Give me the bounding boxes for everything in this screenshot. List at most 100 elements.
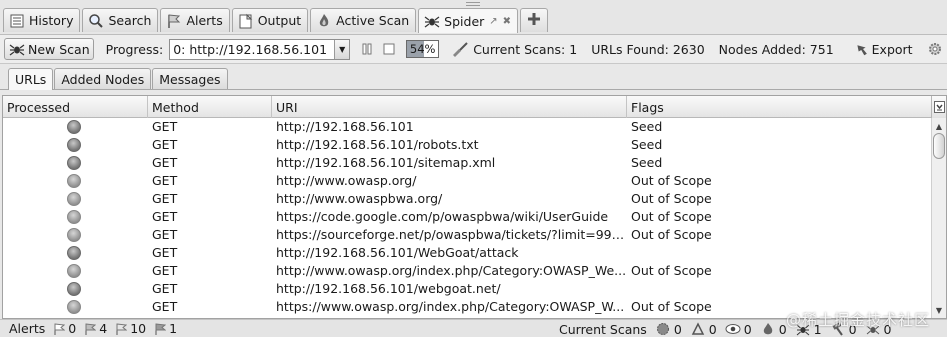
cell-method: GET [152,191,178,206]
cell-method: GET [152,155,178,170]
cell-flags: Seed [631,155,663,170]
table-row[interactable]: GET http://192.168.56.101/robots.txt See… [3,136,933,154]
column-method[interactable]: Method [148,96,272,118]
table-header: Processed Method URI Flags [3,96,933,118]
cell-uri: https://www.owasp.org/index.php/Category… [276,299,625,314]
add-tab-button[interactable] [520,8,549,32]
tab-spider[interactable]: Spider ↗ ✖ [418,8,519,33]
tab-search[interactable]: Search [82,8,159,32]
table-row[interactable]: GET http://www.owasp.org/ Out of Scope [3,172,933,190]
progress-scan-value: 0: http://192.168.56.101 [173,41,328,57]
table-row[interactable]: GET https://code.google.com/p/owaspbwa/w… [3,208,933,226]
spider-toolbar: New Scan Progress: 0: http://192.168.56.… [0,34,947,64]
alert-count-info[interactable]: 1 [153,321,177,336]
cell-uri: http://192.168.56.101/robots.txt [276,137,479,152]
subtab-messages[interactable]: Messages [152,68,228,89]
progress-percent: 54% [409,42,436,56]
processed-status-icon [67,264,81,278]
cell-method: GET [152,281,178,296]
panel-grip[interactable] [466,2,480,6]
spider-icon [424,13,440,29]
tab-label: History [29,13,74,28]
scan-count-watch[interactable]: 0 [725,322,752,337]
close-icon[interactable]: ✖ [503,16,511,27]
blue-flag-icon [153,322,167,336]
new-scan-label: New Scan [28,41,90,57]
processed-status-icon [67,246,81,260]
cell-flags: Out of Scope [631,191,712,206]
cell-uri: http://192.168.56.101/webgoat.net/ [276,281,501,296]
tab-history[interactable]: History [3,8,81,32]
column-picker-icon[interactable] [931,96,946,118]
red-flag-icon [52,322,66,336]
alert-count-medium[interactable]: 4 [83,321,107,336]
cell-uri: http://www.owaspbwa.org/ [276,191,443,206]
table-row[interactable]: GET http://192.168.56.101/sitemap.xml Se… [3,154,933,172]
tab-label: Spider [444,13,485,29]
tab-label: Search [108,13,152,28]
progress-label: Progress: [105,41,164,57]
table-row[interactable]: GET http://www.owaspbwa.org/ Out of Scop… [3,190,933,208]
orange-flag-icon [83,322,97,336]
cell-flags: Out of Scope [631,209,712,224]
gear-icon[interactable] [926,40,944,58]
scan-count-break[interactable]: 0 [690,322,717,337]
tab-output[interactable]: Output [231,8,309,32]
nodes-added-stat: Nodes Added: 751 [718,41,834,57]
processed-status-icon [67,192,81,206]
table-row[interactable]: GET http://www.owasp.org/index.php/Categ… [3,262,933,280]
tab-label: Output [257,13,302,28]
scan-progress-bar: 54% [406,40,440,58]
pause-icon[interactable] [358,40,376,58]
scan-count-active-scan[interactable]: 0 [655,322,682,337]
table-row[interactable]: GET https://sourceforge.net/p/owaspbwa/t… [3,226,933,244]
tab-active-scan[interactable]: Active Scan [310,8,417,32]
urls-found-stat: URLs Found: 2630 [591,41,705,57]
chevron-down-icon[interactable]: ▼ [334,39,350,59]
processed-status-icon [67,156,81,170]
processed-status-icon [67,120,81,134]
subtab-urls[interactable]: URLs [8,68,54,90]
workspace-tab-strip: History Search Alerts Output Active Scan [0,0,947,34]
export-button[interactable]: Export [854,40,913,58]
tab-alerts[interactable]: Alerts [160,8,230,32]
scan-count-fuzzer[interactable]: 0 [760,322,787,337]
progress-scan-select[interactable]: 0: http://192.168.56.101 ▼ [169,38,351,60]
tab-label: Active Scan [336,13,410,28]
stop-icon[interactable] [380,40,398,58]
cell-method: GET [152,137,178,152]
cell-flags [627,244,933,262]
alert-count-high[interactable]: 0 [52,321,76,336]
column-uri[interactable]: URI [272,96,627,118]
table-row[interactable]: GET http://192.168.56.101 Seed [3,118,933,136]
column-flags[interactable]: Flags [627,96,933,118]
urls-table: Processed Method URI Flags GET http://19… [2,95,947,319]
alert-count-low[interactable]: 10 [114,321,146,336]
pin-icon[interactable]: ↗ [489,16,497,27]
processed-status-icon [67,174,81,188]
column-processed[interactable]: Processed [3,96,148,118]
processed-status-icon [67,300,81,314]
scroll-up-icon[interactable]: ▲ [933,120,945,132]
cell-flags: Out of Scope [631,263,712,278]
spider-icon [8,41,26,57]
table-row[interactable]: GET http://192.168.56.101/webgoat.net/ [3,280,933,298]
new-scan-button[interactable]: New Scan [4,38,94,60]
alerts-label: Alerts [9,321,46,336]
output-icon [238,13,254,29]
yellow-flag-icon [114,322,128,336]
processed-status-icon [67,228,81,242]
cell-method: GET [152,119,178,134]
scroll-down-icon[interactable]: ▼ [933,304,945,316]
subtab-added-nodes[interactable]: Added Nodes [54,68,152,89]
eye-icon [725,322,741,336]
vertical-scrollbar[interactable]: ▲ ▼ [931,118,946,318]
cell-method: GET [152,263,178,278]
search-icon [88,13,104,29]
cell-method: GET [152,299,178,314]
watermark: @稀土掘金技术社区 [786,311,931,329]
cell-flags: Seed [631,119,663,134]
cell-uri: http://192.168.56.101 [276,119,414,134]
table-row[interactable]: GET http://192.168.56.101/WebGoat/attack [3,244,933,262]
scrollbar-thumb[interactable] [933,133,945,159]
